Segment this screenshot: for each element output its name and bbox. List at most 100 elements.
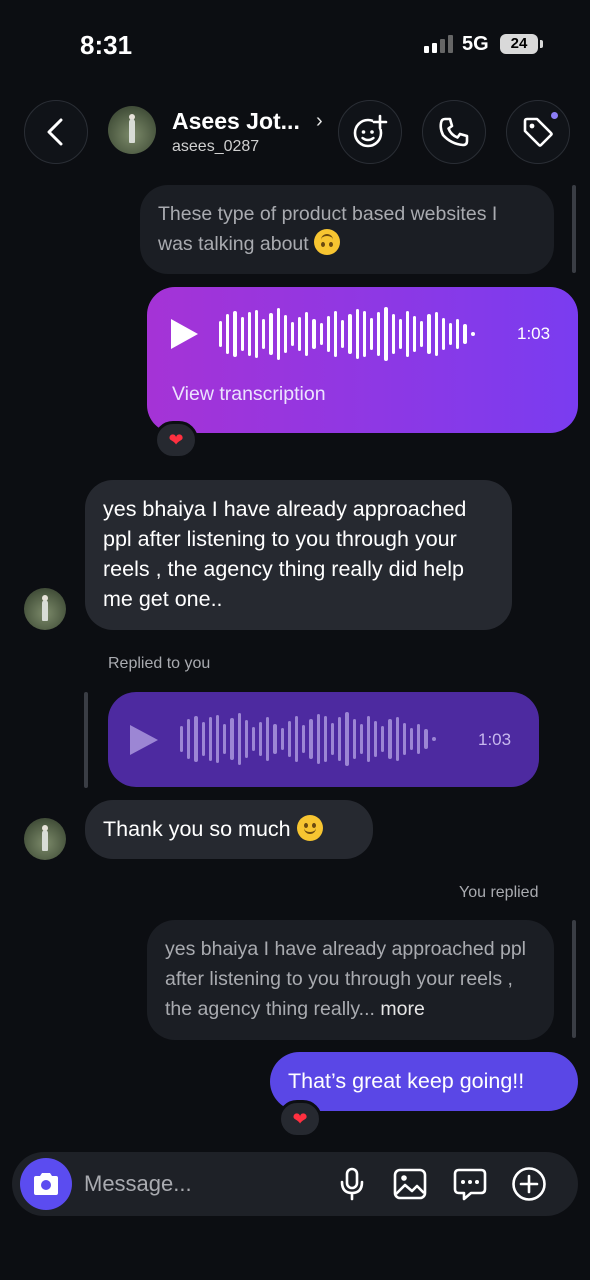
waveform-bar (266, 717, 270, 761)
you-replied-label: You replied (459, 884, 539, 901)
voice-waveform[interactable] (219, 304, 475, 364)
waveform-bar (230, 718, 234, 760)
waveform-bar (369, 318, 374, 350)
back-button[interactable] (24, 100, 88, 164)
replied-to-you-label: Replied to you (108, 655, 211, 672)
waveform-bar (312, 319, 316, 349)
microphone-button[interactable] (334, 1166, 370, 1202)
waveform-bar (420, 321, 424, 347)
waveform-bar (223, 724, 227, 754)
waveform-bar (233, 311, 237, 357)
chat-header-profile[interactable]: Asees Jot... › asees_0287 (108, 106, 338, 160)
waveform-bar (194, 716, 198, 762)
waveform-bar (262, 319, 266, 349)
waveform-bar (259, 722, 263, 756)
waveform-bar (319, 323, 323, 345)
waveform-bar (381, 726, 385, 752)
message-input[interactable] (84, 1152, 324, 1216)
outgoing-message[interactable]: That’s great keep going!! (270, 1052, 578, 1111)
waveform-bar (338, 717, 342, 761)
network-type: 5G (462, 33, 489, 55)
waveform-bar (276, 308, 280, 360)
message-composer (12, 1152, 578, 1216)
waveform-end-dot (470, 332, 475, 336)
image-icon (393, 1168, 427, 1200)
contact-username: asees_0287 (172, 138, 260, 155)
tag-icon (523, 117, 553, 147)
voice-duration: 1:03 (517, 324, 551, 343)
waveform-bar (424, 729, 428, 749)
face-sparkle-icon (353, 114, 388, 148)
waveform-bar (280, 728, 284, 750)
notification-dot (549, 110, 560, 121)
smiling-face-emoji (296, 815, 323, 841)
waveform-bar (302, 725, 306, 753)
more-link[interactable]: more (380, 998, 424, 1020)
waveform-bar (456, 319, 460, 349)
chevron-right-icon: › (316, 110, 323, 132)
waveform-bar (273, 724, 277, 754)
scroll-indicator (572, 185, 576, 273)
message-text: yes bhaiya I have already approached ppl… (103, 497, 467, 611)
waveform-bar (427, 314, 431, 354)
chevron-left-icon (47, 118, 63, 146)
waveform-bar (434, 312, 438, 356)
sticker-button[interactable] (452, 1166, 488, 1202)
add-button[interactable] (511, 1166, 547, 1202)
heart-reaction[interactable]: ❤ (154, 421, 198, 459)
waveform-bar (355, 309, 359, 359)
reply-indicator-line (84, 692, 88, 788)
waveform-bar (391, 314, 395, 354)
waveform-bar (269, 313, 273, 355)
heart-reaction[interactable]: ❤ (278, 1100, 322, 1138)
tag-button[interactable] (506, 100, 570, 164)
status-time: 8:31 (80, 30, 133, 60)
voice-message-outgoing[interactable]: 1:03 View transcription (147, 287, 578, 433)
waveform-bar (287, 721, 291, 757)
reply-preview[interactable]: yes bhaiya I have already approached ppl… (147, 920, 554, 1040)
waveform-bar (305, 312, 309, 356)
battery-icon: 24 (500, 34, 543, 54)
play-icon[interactable] (171, 319, 198, 349)
waveform-bar (449, 323, 453, 345)
waveform-bar (201, 722, 205, 756)
camera-button[interactable] (20, 1158, 72, 1210)
waveform-bar (208, 717, 212, 761)
quoted-voice-message[interactable]: 1:03 (108, 692, 539, 787)
incoming-message[interactable]: Thank you so much (85, 800, 373, 859)
waveform-bar (366, 716, 371, 762)
view-transcription-link[interactable]: View transcription (172, 383, 326, 406)
call-button[interactable] (422, 100, 486, 164)
plus-circle-icon (512, 1167, 546, 1201)
waveform-bar (244, 720, 248, 758)
waveform-bar (283, 315, 287, 353)
contact-name: Asees Jot... (172, 108, 300, 134)
waveform-bar (345, 712, 349, 766)
camera-icon (34, 1173, 58, 1195)
waveform-bar (405, 311, 410, 357)
waveform-bar (290, 322, 295, 346)
play-icon[interactable] (130, 725, 158, 755)
waveform-bar (298, 317, 302, 351)
waveform-bar (359, 724, 363, 754)
waveform-bar (254, 310, 259, 358)
avatar (24, 818, 66, 860)
waveform-bar (463, 324, 467, 344)
waveform-bar (180, 726, 184, 752)
waveform-bar (384, 307, 388, 361)
waveform-bar (226, 314, 230, 354)
reply-preview[interactable]: These type of product based websites I w… (140, 185, 554, 274)
voice-waveform (180, 710, 436, 768)
waveform-bar (309, 719, 313, 759)
waveform-bar (377, 312, 381, 356)
waveform-bar (237, 713, 241, 765)
waveform-bar (413, 316, 417, 352)
effects-button[interactable] (338, 100, 402, 164)
gallery-button[interactable] (392, 1166, 428, 1202)
waveform-bar (330, 723, 335, 755)
waveform-bar (295, 716, 299, 762)
message-text: That’s great keep going!! (288, 1069, 525, 1093)
waveform-bar (326, 316, 330, 352)
incoming-message[interactable]: yes bhaiya I have already approached ppl… (85, 480, 512, 630)
waveform-bar (316, 714, 320, 764)
